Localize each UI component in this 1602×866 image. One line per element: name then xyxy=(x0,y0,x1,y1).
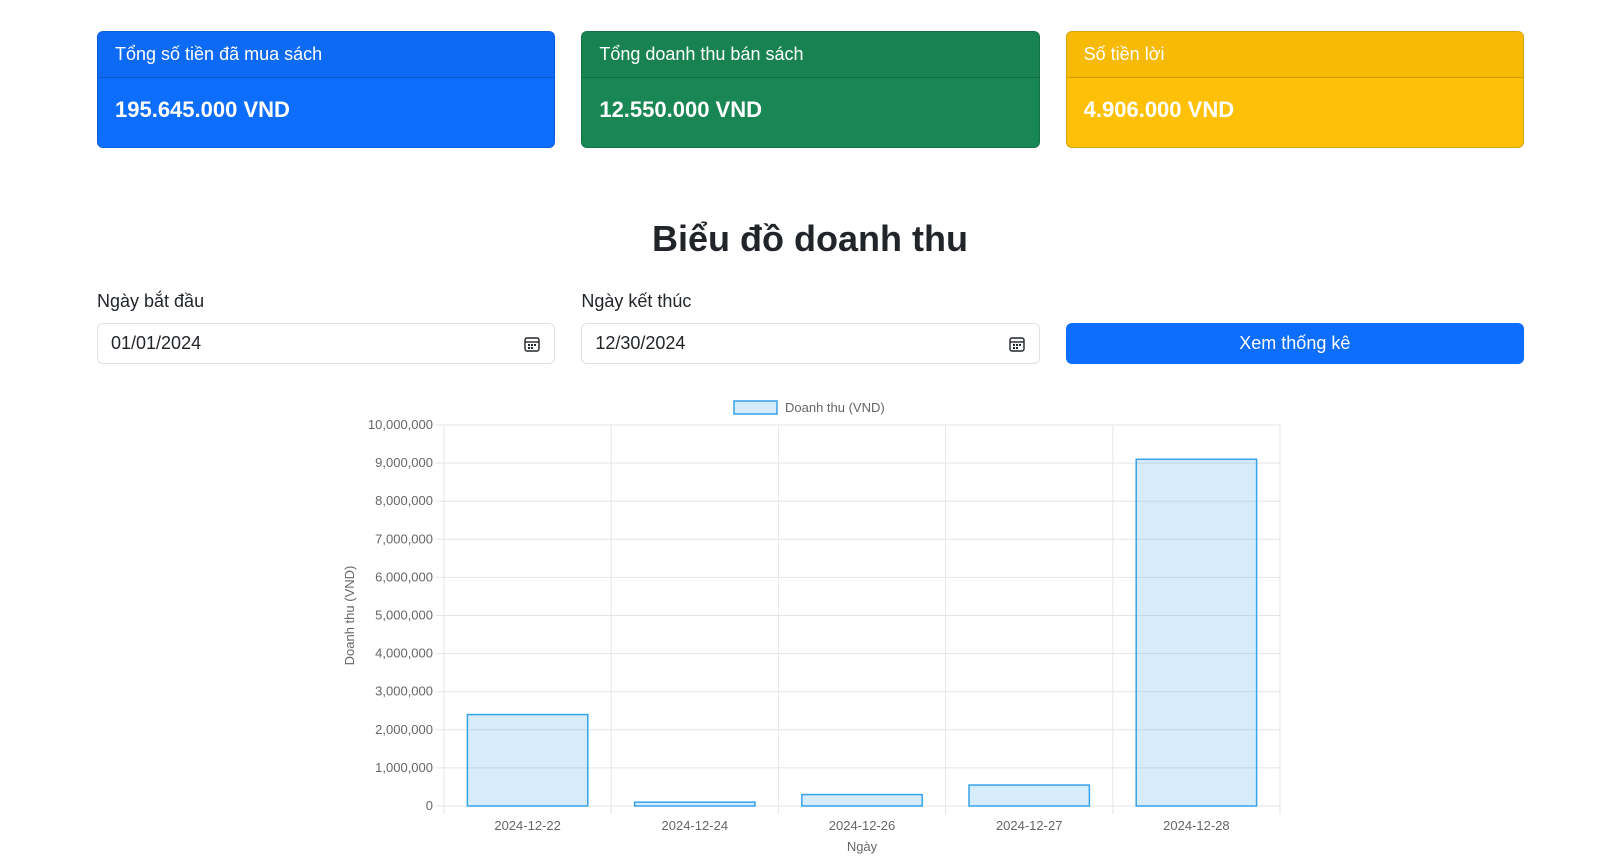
date-filter-form: Ngày bắt đầu 01/01/2024 Ngày kết thúc 12… xyxy=(97,288,1524,364)
y-tick-label: 7,000,000 xyxy=(375,531,433,546)
start-date-label: Ngày bắt đầu xyxy=(97,291,205,311)
bar xyxy=(1135,458,1258,807)
y-tick-label: 10,000,000 xyxy=(368,417,433,432)
total-revenue-card: Tổng doanh thu bán sách 12.550.000 VND xyxy=(581,31,1040,148)
card-title: Tổng doanh thu bán sách xyxy=(582,32,1039,78)
profit-card: Số tiền lời 4.906.000 VND xyxy=(1065,31,1524,148)
y-tick-label: 5,000,000 xyxy=(375,608,433,623)
x-tick-label: 2024-12-26 xyxy=(829,818,896,833)
x-axis-label: Ngày xyxy=(847,839,878,854)
calendar-icon[interactable] xyxy=(1008,335,1026,353)
card-value: 195.645.000 VND xyxy=(115,97,290,122)
end-date-label: Ngày kết thúc xyxy=(581,291,692,311)
page-title: Biểu đồ doanh thu xyxy=(652,218,968,259)
end-date-input[interactable]: 12/30/2024 xyxy=(581,323,1040,364)
y-tick-label: 6,000,000 xyxy=(375,569,433,584)
card-value: 4.906.000 VND xyxy=(1083,97,1235,122)
start-date-group: Ngày bắt đầu 01/01/2024 xyxy=(97,288,556,364)
x-tick-label: 2024-12-24 xyxy=(662,818,729,833)
view-stats-button[interactable]: Xem thống kê xyxy=(1065,323,1524,364)
revenue-chart: 0 1,000,000 2,000,000 3,000,000 4,000,000 5,0… xyxy=(330,390,1300,866)
calendar-icon[interactable] xyxy=(523,335,541,353)
bar xyxy=(968,784,1091,807)
summary-cards: Tổng số tiền đã mua sách 195.645.000 VND… xyxy=(97,31,1524,148)
card-value: 12.550.000 VND xyxy=(599,97,762,122)
x-tick-label: 2024-12-27 xyxy=(996,818,1062,833)
y-tick-label: 4,000,000 xyxy=(375,646,433,661)
bar xyxy=(466,713,589,807)
y-tick-label: 9,000,000 xyxy=(375,455,433,470)
bar xyxy=(801,793,923,807)
end-date-value: 12/30/2024 xyxy=(595,333,686,353)
x-tick-label: 2024-12-22 xyxy=(494,818,560,833)
bar xyxy=(633,801,756,807)
start-date-value: 01/01/2024 xyxy=(111,333,202,353)
legend-label: Doanh thu (VND) xyxy=(785,400,885,415)
card-title: Tổng số tiền đã mua sách xyxy=(98,32,555,78)
y-tick-label: 2,000,000 xyxy=(375,722,433,737)
start-date-input[interactable]: 01/01/2024 xyxy=(97,323,556,364)
submit-group: Xem thống kê xyxy=(1065,288,1524,364)
legend-swatch xyxy=(733,400,778,415)
card-title: Số tiền lời xyxy=(1066,32,1523,78)
revenue-chart-svg: 0 1,000,000 2,000,000 3,000,000 4,000,000 5,0… xyxy=(342,400,1281,854)
end-date-group: Ngày kết thúc 12/30/2024 xyxy=(581,288,1040,364)
x-tick-label: 2024-12-28 xyxy=(1163,818,1230,833)
y-tick-label: 0 xyxy=(426,798,433,813)
y-axis-label: Doanh thu (VND) xyxy=(342,566,357,666)
y-tick-label: 8,000,000 xyxy=(375,493,433,508)
y-tick-label: 1,000,000 xyxy=(375,760,433,775)
total-purchase-card: Tổng số tiền đã mua sách 195.645.000 VND xyxy=(97,31,556,148)
y-tick-label: 3,000,000 xyxy=(375,684,433,699)
